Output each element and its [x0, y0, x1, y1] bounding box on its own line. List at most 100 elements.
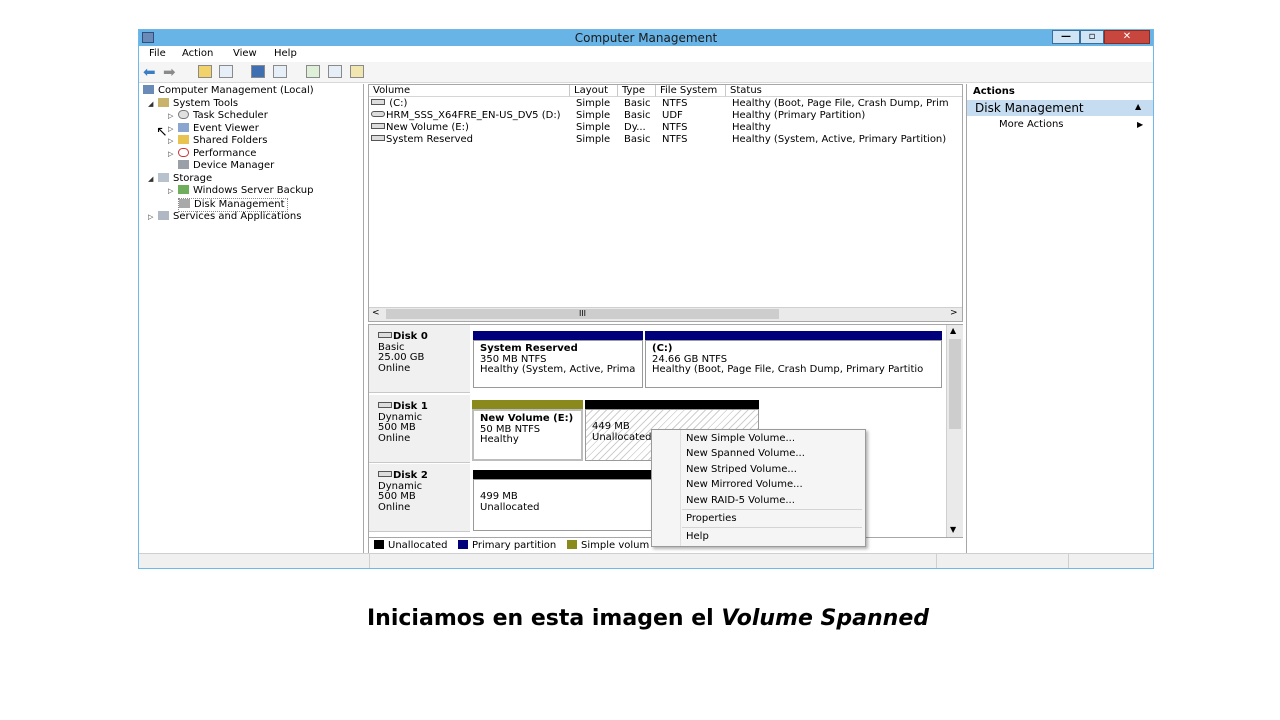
- menu-file[interactable]: File: [149, 48, 166, 59]
- expanded-arrow-icon[interactable]: ◢: [148, 173, 158, 185]
- column-header-file-system[interactable]: File System: [656, 85, 726, 97]
- volume-list: Volume Layout Type File System Status (C…: [368, 84, 963, 322]
- menu-help[interactable]: Help: [686, 531, 709, 542]
- partition-status: Healthy (System, Active, Prima: [480, 364, 636, 375]
- tree-item-shared-folders[interactable]: ▷ Shared Folders: [168, 135, 268, 147]
- title-bar[interactable]: Computer Management — ▫ ✕: [139, 30, 1153, 46]
- menu-new-striped-volume[interactable]: New Striped Volume...: [686, 464, 797, 475]
- forward-arrow-icon[interactable]: ➡: [163, 63, 176, 81]
- tree-label: Event Viewer: [193, 123, 259, 134]
- collapsed-arrow-icon[interactable]: ▷: [168, 110, 178, 122]
- actions-section-disk-management[interactable]: Disk Management ▲: [967, 100, 1153, 116]
- scroll-right-icon[interactable]: >: [950, 308, 958, 318]
- disk-list-icon[interactable]: [350, 65, 364, 78]
- tree-item-disk-management[interactable]: Disk Management: [178, 198, 288, 212]
- clock-icon: [178, 110, 189, 119]
- tree-label: Disk Management: [194, 199, 285, 210]
- caption-text: Iniciamos en esta imagen el: [367, 606, 722, 631]
- show-hide-action-pane-icon[interactable]: [273, 65, 287, 78]
- tree-item-event-viewer[interactable]: ▷ Event Viewer: [168, 123, 259, 135]
- tools-icon: [158, 98, 169, 107]
- collapse-icon[interactable]: ▲: [1135, 102, 1141, 111]
- volume-status: Healthy (Primary Partition): [732, 110, 866, 121]
- menu-help[interactable]: Help: [274, 48, 297, 59]
- menu-new-mirrored-volume[interactable]: New Mirrored Volume...: [686, 479, 803, 490]
- help-icon[interactable]: [251, 65, 265, 78]
- more-actions-item[interactable]: More Actions: [999, 119, 1064, 130]
- disk-0-info[interactable]: Disk 0 Basic 25.00 GB Online: [369, 325, 470, 393]
- column-header-volume[interactable]: Volume: [369, 85, 570, 97]
- storage-icon: [158, 173, 169, 182]
- up-folder-icon[interactable]: [198, 65, 212, 78]
- menu-view[interactable]: View: [233, 48, 257, 59]
- refresh-icon[interactable]: [306, 65, 320, 78]
- disk-state: Online: [378, 432, 411, 444]
- tree-item-root[interactable]: Computer Management (Local): [143, 85, 314, 97]
- tree-item-windows-server-backup[interactable]: ▷ Windows Server Backup: [168, 185, 313, 197]
- column-header-layout[interactable]: Layout: [570, 85, 618, 97]
- menu-separator: [682, 509, 862, 510]
- volume-status: Healthy (Boot, Page File, Crash Dump, Pr…: [732, 98, 949, 109]
- disk-2-info[interactable]: Disk 2 Dynamic 500 MB Online: [369, 464, 470, 532]
- tree-item-task-scheduler[interactable]: ▷ Task Scheduler: [168, 110, 268, 122]
- minimize-button[interactable]: —: [1052, 30, 1080, 44]
- volume-layout: Simple: [576, 122, 611, 133]
- scroll-up-icon[interactable]: ▲: [950, 326, 956, 335]
- partition-system-reserved[interactable]: System Reserved 350 MB NTFS Healthy (Sys…: [473, 340, 643, 388]
- volume-name: (C:): [389, 98, 408, 109]
- column-header-status[interactable]: Status: [726, 85, 962, 97]
- disk-size: 25.00 GB: [378, 352, 425, 363]
- partition-title: New Volume (E:): [480, 413, 574, 424]
- scroll-thumb[interactable]: [949, 339, 961, 429]
- menu-new-simple-volume[interactable]: New Simple Volume...: [686, 433, 795, 444]
- menu-new-spanned-volume[interactable]: New Spanned Volume...: [686, 448, 805, 459]
- partition-c[interactable]: (C:) 24.66 GB NTFS Healthy (Boot, Page F…: [645, 340, 942, 388]
- horizontal-scrollbar[interactable]: < III >: [369, 307, 962, 321]
- partition-status: Healthy (Boot, Page File, Crash Dump, Pr…: [652, 364, 924, 375]
- expanded-arrow-icon[interactable]: ◢: [148, 98, 158, 110]
- show-hide-tree-icon[interactable]: [219, 65, 233, 78]
- volume-fs: NTFS: [662, 134, 688, 145]
- tree-label: System Tools: [173, 98, 239, 109]
- disk-name: Disk 0: [393, 331, 428, 342]
- simple-volume-bar: [472, 400, 583, 409]
- legend-label: Simple volum: [581, 540, 650, 551]
- tree-item-services[interactable]: ▷ Services and Applications: [148, 211, 301, 223]
- collapsed-arrow-icon[interactable]: ▷: [168, 185, 178, 197]
- tree-item-storage[interactable]: ◢ Storage: [148, 173, 212, 185]
- disk-name: Disk 1: [393, 401, 428, 412]
- tree-item-performance[interactable]: ▷ Performance: [168, 148, 256, 160]
- close-button[interactable]: ✕: [1104, 30, 1150, 44]
- collapsed-arrow-icon[interactable]: ▷: [168, 148, 178, 160]
- disk-icon: [378, 402, 392, 408]
- volume-fs: UDF: [662, 110, 683, 121]
- context-menu: New Simple Volume... New Spanned Volume.…: [651, 429, 866, 547]
- partition-new-volume-e[interactable]: New Volume (E:) 50 MB NTFS Healthy: [472, 409, 583, 461]
- tree-item-device-manager[interactable]: Device Manager: [178, 160, 274, 172]
- scroll-left-icon[interactable]: <: [372, 308, 380, 318]
- collapsed-arrow-icon[interactable]: ▷: [168, 135, 178, 147]
- menu-properties[interactable]: Properties: [686, 513, 737, 524]
- scroll-thumb[interactable]: III: [386, 309, 779, 319]
- window-title: Computer Management: [574, 31, 718, 45]
- back-arrow-icon[interactable]: ⬅: [143, 63, 156, 81]
- restore-button[interactable]: ▫: [1080, 30, 1104, 44]
- vertical-scrollbar[interactable]: ▲ ▼: [946, 325, 963, 537]
- unallocated-swatch: [374, 540, 384, 549]
- primary-partition-swatch: [458, 540, 468, 549]
- menu-action[interactable]: Action: [182, 48, 213, 59]
- collapsed-arrow-icon[interactable]: ▷: [168, 123, 178, 135]
- properties-icon[interactable]: [328, 65, 342, 78]
- mouse-cursor-icon: ↖: [156, 124, 168, 140]
- menu-new-raid5-volume[interactable]: New RAID-5 Volume...: [686, 495, 795, 506]
- drive-icon: [371, 123, 385, 129]
- tree-item-system-tools[interactable]: ◢ System Tools: [148, 98, 238, 110]
- collapsed-arrow-icon[interactable]: ▷: [148, 211, 158, 223]
- menu-gutter: [680, 430, 681, 546]
- volume-type: Dy...: [624, 122, 646, 133]
- column-header-type[interactable]: Type: [618, 85, 656, 97]
- volume-name: New Volume (E:): [386, 122, 469, 133]
- scroll-down-icon[interactable]: ▼: [950, 525, 956, 534]
- disk-1-info[interactable]: Disk 1 Dynamic 500 MB Online: [369, 395, 470, 463]
- legend-label: Primary partition: [472, 540, 557, 551]
